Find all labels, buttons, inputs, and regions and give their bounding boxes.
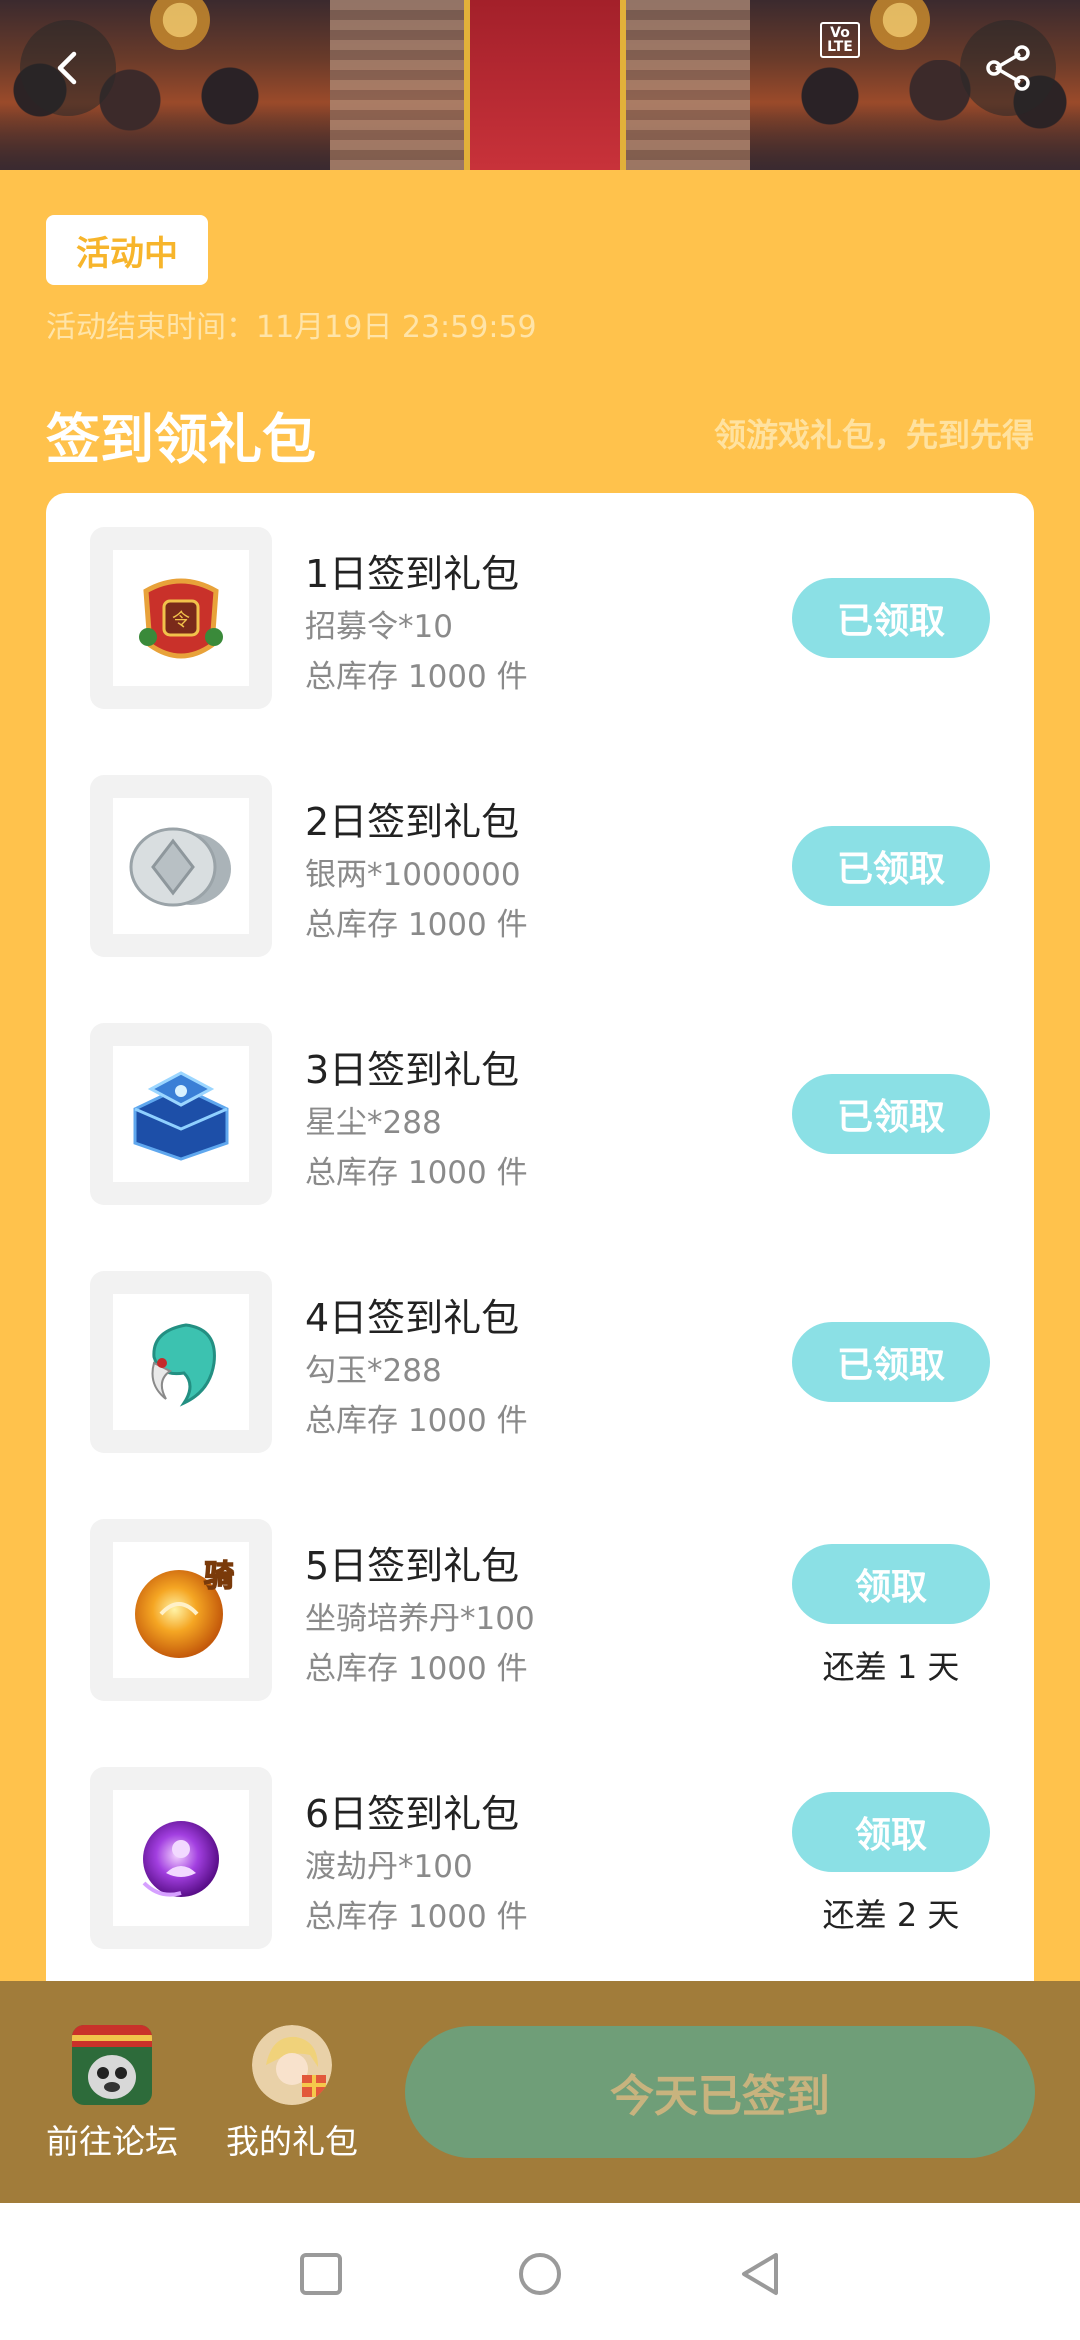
gift-stock: 总库存 1000 件 — [305, 1899, 528, 1935]
status-badge: 活动中 — [46, 215, 208, 285]
mount-pill-icon: 骑 — [135, 1558, 235, 1658]
lantern-icon — [150, 0, 210, 50]
gift-title: 5日签到礼包 — [305, 1544, 520, 1588]
gift-thumbnail — [90, 1023, 272, 1205]
days-left: 还差 2 天 — [822, 1896, 960, 1934]
gift-reward: 银两*1000000 — [305, 857, 521, 893]
gift-thumbnail: 骑 — [90, 1519, 272, 1701]
gift-title: 4日签到礼包 — [305, 1296, 520, 1340]
circle-icon[interactable] — [517, 2251, 563, 2297]
gift-pack-item: 3日签到礼包 星尘*288 总库存 1000 件 已领取 — [46, 989, 1034, 1205]
my-gifts-label: 我的礼包 — [226, 2122, 358, 2161]
end-time-value: 11月19日 23:59:59 — [256, 310, 537, 345]
claimed-button[interactable]: 已领取 — [792, 1322, 990, 1402]
forum-label: 前往论坛 — [46, 2122, 178, 2161]
gift-thumbnail: 令 — [90, 527, 272, 709]
gift-reward: 渡劫丹*100 — [305, 1849, 473, 1885]
claimed-button[interactable]: 已领取 — [792, 578, 990, 658]
gift-pack-item: 4日签到礼包 勾玉*288 总库存 1000 件 已领取 — [46, 1237, 1034, 1453]
my-gifts-link[interactable]: 我的礼包 — [212, 2025, 372, 2163]
checked-in-button[interactable]: 今天已签到 — [405, 2026, 1035, 2158]
section-title: 签到领礼包 — [46, 408, 316, 471]
svg-text:令: 令 — [172, 610, 190, 631]
gift-title: 3日签到礼包 — [305, 1048, 520, 1092]
gift-thumbnail — [90, 775, 272, 957]
gift-reward: 招募令*10 — [305, 609, 453, 645]
gift-stock: 总库存 1000 件 — [305, 1651, 528, 1687]
chevron-left-icon — [57, 51, 77, 85]
gift-stock: 总库存 1000 件 — [305, 1155, 528, 1191]
claim-button[interactable]: 领取 — [792, 1544, 990, 1624]
triangle-back-icon[interactable] — [738, 2251, 784, 2297]
lantern-icon — [870, 0, 930, 50]
system-nav-bar — [0, 2203, 1080, 2340]
gift-pack-item: 令 1日签到礼包 招募令*10 总库存 1000 件 已领取 — [46, 493, 1034, 709]
gift-stock: 总库存 1000 件 — [305, 907, 528, 943]
gift-title: 2日签到礼包 — [305, 800, 520, 844]
silver-coin-icon — [129, 827, 231, 907]
gift-pack-item: 骑 5日签到礼包 坐骑培养丹*100 总库存 1000 件 领取 还差 1 天 — [46, 1485, 1034, 1701]
mount-badge-char: 骑 — [204, 1559, 234, 1594]
gift-reward: 星尘*288 — [305, 1105, 442, 1141]
volte-indicator: Vo LTE — [820, 22, 860, 58]
event-end-time: 活动结束时间：11月19日 23:59:59 — [46, 302, 537, 346]
claim-button[interactable]: 领取 — [792, 1792, 990, 1872]
share-icon — [986, 45, 1030, 91]
magatama-icon — [151, 1323, 216, 1407]
gift-pack-list: 令 1日签到礼包 招募令*10 总库存 1000 件 已领取 2日签到礼包 银两… — [46, 493, 1034, 2013]
my-gifts-avatar-icon — [252, 2025, 332, 2105]
gift-pack-item: 2日签到礼包 银两*1000000 总库存 1000 件 已领取 — [46, 741, 1034, 957]
days-left: 还差 1 天 — [822, 1648, 960, 1686]
forum-link[interactable]: 前往论坛 — [32, 2025, 192, 2163]
claimed-button[interactable]: 已领取 — [792, 1074, 990, 1154]
gift-reward: 坐骑培养丹*100 — [305, 1601, 535, 1637]
gift-title: 1日签到礼包 — [305, 552, 520, 596]
recruit-token-icon: 令 — [139, 578, 223, 659]
banner-carpet — [464, 0, 626, 170]
back-button[interactable] — [20, 20, 116, 116]
gift-thumbnail — [90, 1767, 272, 1949]
stardust-chest-icon — [133, 1071, 229, 1161]
claimed-button[interactable]: 已领取 — [792, 826, 990, 906]
section-subtitle: 领游戏礼包，先到先得 — [713, 416, 1034, 454]
bottom-action-bar: 前往论坛 我的礼包 今天已签到 — [0, 1981, 1080, 2203]
share-button[interactable] — [960, 20, 1056, 116]
game-banner: Vo LTE — [0, 0, 1080, 170]
gift-stock: 总库存 1000 件 — [305, 659, 528, 695]
gift-thumbnail — [90, 1271, 272, 1453]
square-icon[interactable] — [298, 2251, 344, 2297]
gift-title: 6日签到礼包 — [305, 1792, 520, 1836]
forum-game-icon — [72, 2025, 152, 2105]
gift-reward: 勾玉*288 — [305, 1353, 442, 1389]
tribulation-pill-icon — [142, 1821, 219, 1897]
end-time-label: 活动结束时间： — [46, 310, 256, 345]
gift-pack-item: 6日签到礼包 渡劫丹*100 总库存 1000 件 领取 还差 2 天 — [46, 1733, 1034, 1949]
gift-stock: 总库存 1000 件 — [305, 1403, 528, 1439]
